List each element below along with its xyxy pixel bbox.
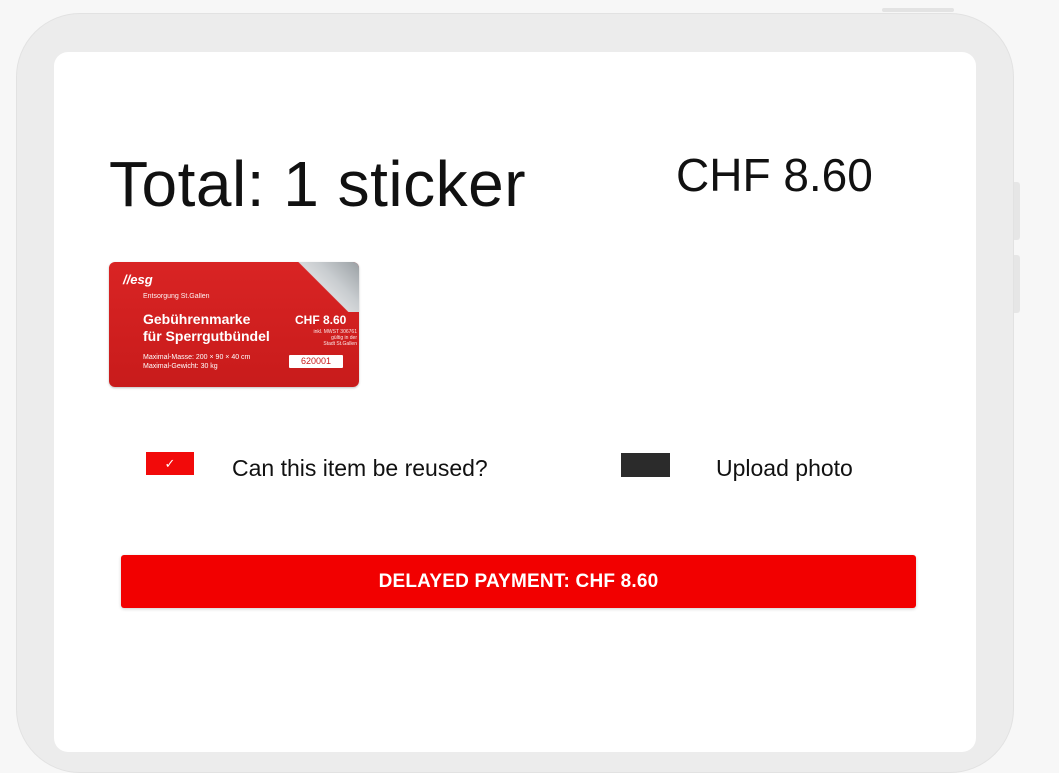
delayed-payment-button[interactable]: DELAYED PAYMENT: CHF 8.60 <box>121 555 916 608</box>
sticker-price: CHF 8.60 <box>295 313 347 327</box>
upload-photo-checkbox[interactable] <box>621 453 670 477</box>
sticker-dimensions: Maximal-Masse: 200 × 90 × 40 cm Maximal-… <box>143 354 251 370</box>
sticker-serial-number: 620001 <box>289 355 343 368</box>
upload-photo-label: Upload photo <box>716 455 853 481</box>
sticker-logo: //esg <box>123 272 153 287</box>
checkmark-icon: ✓ <box>164 455 176 471</box>
device-volume-up-button <box>1014 182 1020 240</box>
total-price: CHF 8.60 <box>676 149 873 201</box>
sticker-fine-print: inkl. MWST 306761 gültig in der Stadt St… <box>313 329 357 347</box>
sticker-logo-subtitle: Entsorgung St.Gallen <box>143 293 210 300</box>
device-top-button <box>882 8 954 12</box>
app-screen: Total: 1 sticker CHF 8.60 //esg Entsorgu… <box>54 52 976 752</box>
device-volume-down-button <box>1014 255 1020 313</box>
reuse-checkbox[interactable]: ✓ <box>146 452 194 475</box>
total-title: Total: 1 sticker <box>109 148 527 220</box>
sticker-image: //esg Entsorgung St.Gallen Gebührenmarke… <box>109 262 359 387</box>
sticker-heading: Gebührenmarke für Sperrgutbündel <box>143 311 270 344</box>
reuse-label: Can this item be reused? <box>232 455 488 481</box>
sticker-peel-corner <box>289 262 359 312</box>
